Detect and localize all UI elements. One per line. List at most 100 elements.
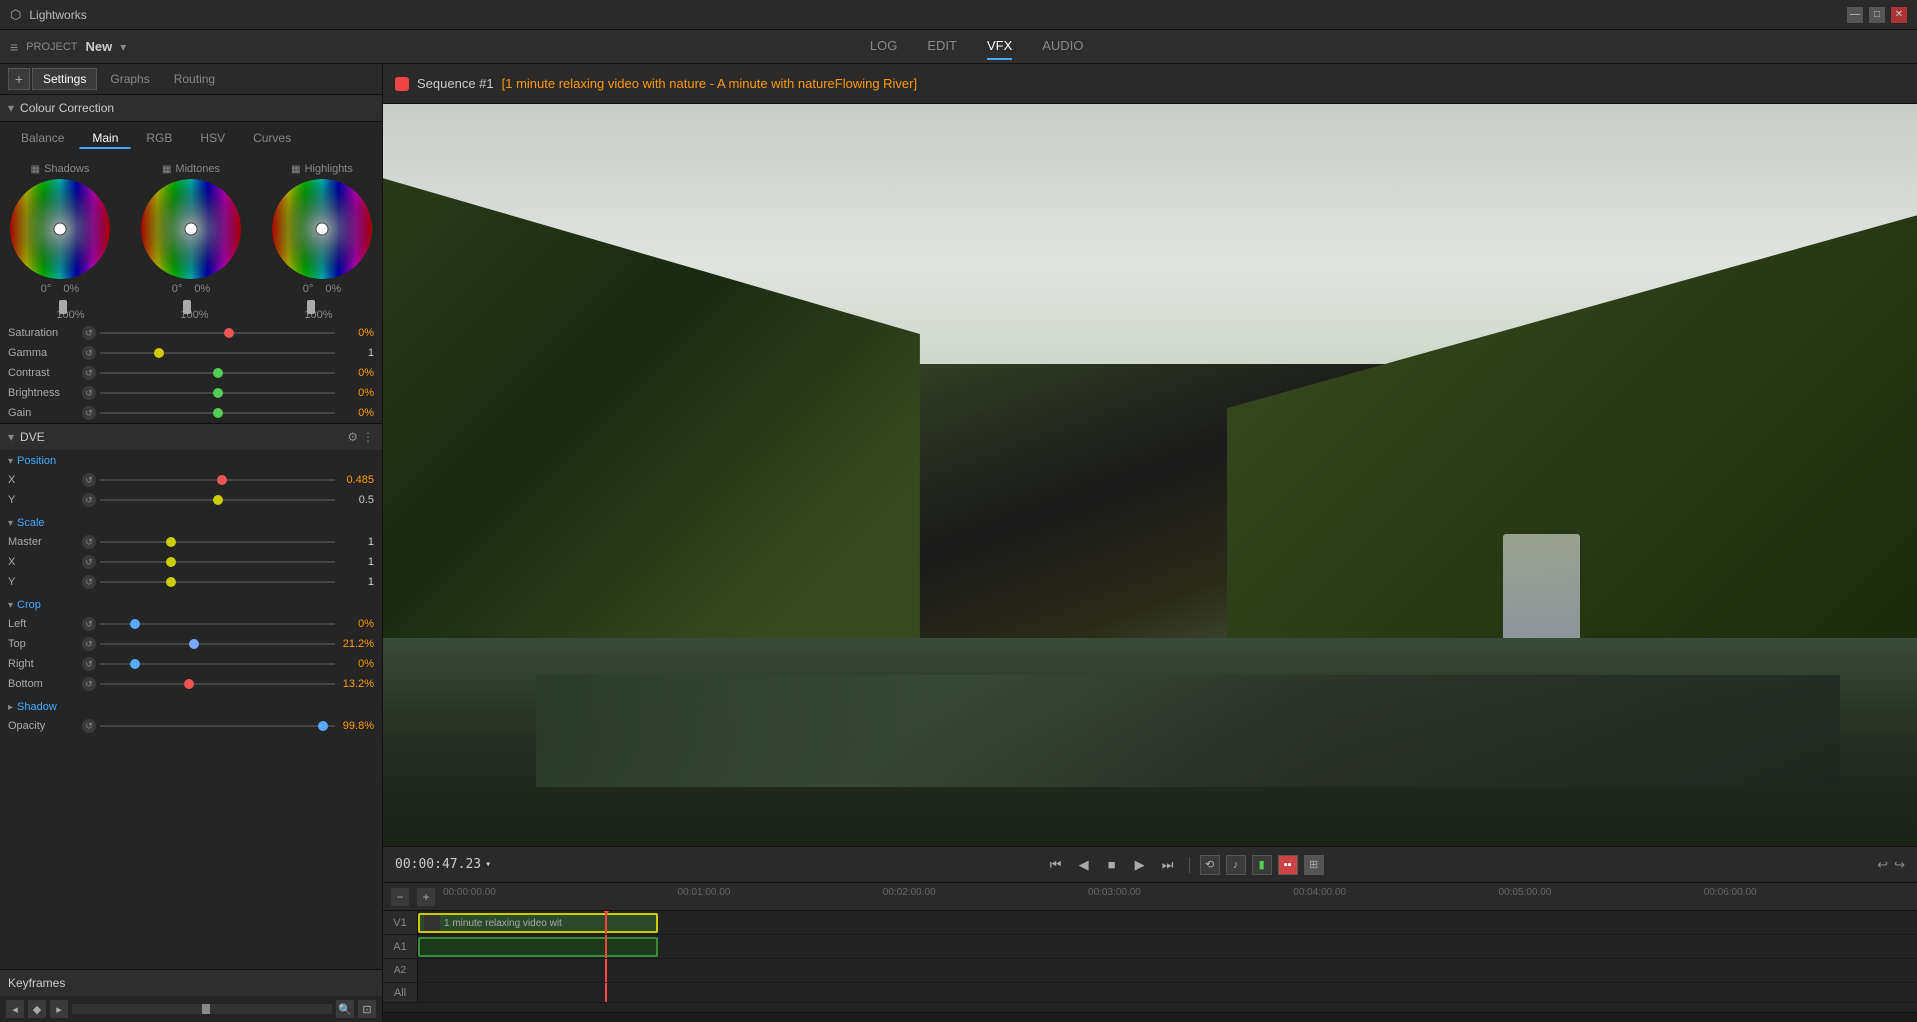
- highlights-wheel-svg[interactable]: [272, 179, 372, 279]
- colour-correction-header[interactable]: ▾ Colour Correction: [0, 95, 382, 122]
- position-y-slider[interactable]: [100, 499, 335, 501]
- position-x-reset-button[interactable]: ↺: [82, 473, 96, 487]
- go-to-start-button[interactable]: ⏮: [1045, 854, 1067, 876]
- scale-header[interactable]: ▾ Scale: [0, 514, 382, 532]
- multi-view-button[interactable]: ⊞: [1304, 855, 1324, 875]
- gain-row: Gain ↺ 0%: [0, 403, 382, 423]
- contrast-reset-button[interactable]: ↺: [82, 366, 96, 380]
- shadows-wheel-svg[interactable]: [10, 179, 110, 279]
- close-button[interactable]: ✕: [1891, 7, 1907, 23]
- track-all-content[interactable]: [418, 983, 1917, 1002]
- stop-button[interactable]: ■: [1101, 854, 1123, 876]
- tab-routing[interactable]: Routing: [163, 68, 226, 90]
- crop-top-reset-button[interactable]: ↺: [82, 637, 96, 651]
- add-panel-button[interactable]: +: [8, 68, 30, 90]
- dve-settings-icon[interactable]: ⚙: [347, 430, 358, 444]
- master-sliders-row: 100% 100% 100%: [0, 303, 382, 323]
- position-x-slider[interactable]: [100, 479, 335, 481]
- tab-log[interactable]: LOG: [870, 33, 897, 60]
- keyframe-next-button[interactable]: ▸: [50, 1000, 68, 1018]
- tab-main[interactable]: Main: [79, 128, 131, 149]
- arrow-right-icon[interactable]: ↪: [1894, 857, 1905, 873]
- shadow-opacity-slider[interactable]: [100, 725, 335, 727]
- playback-bar: 00:00:47.23 ▾ ⏮ ◀ ■ ▶ ⏭ ⟲ ♪ ▮ ▪▪ ⊞ ↩ ↪: [383, 846, 1917, 882]
- crop-subsection: ▾ Crop Left ↺ 0% Top ↺ 2: [0, 594, 382, 696]
- current-timecode: 00:00:47.23: [395, 857, 481, 872]
- hamburger-icon[interactable]: ≡: [10, 39, 18, 55]
- track-a1-content[interactable]: [418, 935, 1917, 958]
- arrow-left-icon[interactable]: ↩: [1877, 857, 1888, 873]
- project-name[interactable]: New: [86, 39, 113, 54]
- tab-rgb[interactable]: RGB: [133, 128, 185, 149]
- gain-slider[interactable]: [100, 412, 335, 414]
- crop-header[interactable]: ▾ Crop: [0, 596, 382, 614]
- audio-button[interactable]: ♪: [1226, 855, 1246, 875]
- scale-master-reset-button[interactable]: ↺: [82, 535, 96, 549]
- tab-edit[interactable]: EDIT: [927, 33, 957, 60]
- bottom-scroll[interactable]: [383, 1012, 1917, 1022]
- scale-master-slider[interactable]: [100, 541, 335, 543]
- tab-curves[interactable]: Curves: [240, 128, 304, 149]
- keyframe-add-button[interactable]: ◆: [28, 1000, 46, 1018]
- minimize-button[interactable]: —: [1847, 7, 1863, 23]
- midtones-wheel-svg[interactable]: [141, 179, 241, 279]
- keyframe-zoom-in-button[interactable]: 🔍: [336, 1000, 354, 1018]
- a1-clip[interactable]: [418, 937, 658, 957]
- tab-balance[interactable]: Balance: [8, 128, 77, 149]
- track-a2-content[interactable]: [418, 959, 1917, 982]
- contrast-slider[interactable]: [100, 372, 335, 374]
- gamma-slider[interactable]: [100, 352, 335, 354]
- tab-vfx[interactable]: VFX: [987, 33, 1012, 60]
- crop-bottom-slider[interactable]: [100, 683, 335, 685]
- scale-x-reset-button[interactable]: ↺: [82, 555, 96, 569]
- scale-x-slider[interactable]: [100, 561, 335, 563]
- crop-bottom-reset-button[interactable]: ↺: [82, 677, 96, 691]
- position-y-reset-button[interactable]: ↺: [82, 493, 96, 507]
- brightness-row: Brightness ↺ 0%: [0, 383, 382, 403]
- brightness-slider[interactable]: [100, 392, 335, 394]
- crop-left-reset-button[interactable]: ↺: [82, 617, 96, 631]
- gamma-reset-button[interactable]: ↺: [82, 346, 96, 360]
- v1-clip[interactable]: 1 minute relaxing video wit: [418, 913, 658, 933]
- scale-x-label: X: [8, 556, 78, 568]
- track-v1-content[interactable]: 1 minute relaxing video wit: [418, 911, 1917, 934]
- zoom-in-button[interactable]: +: [417, 888, 435, 906]
- scale-y-slider[interactable]: [100, 581, 335, 583]
- zoom-out-button[interactable]: −: [391, 888, 409, 906]
- tab-settings[interactable]: Settings: [32, 68, 97, 90]
- tab-audio[interactable]: AUDIO: [1042, 33, 1083, 60]
- play-button[interactable]: ▶: [1129, 854, 1151, 876]
- saturation-reset-button[interactable]: ↺: [82, 326, 96, 340]
- position-header[interactable]: ▾ Position: [0, 452, 382, 470]
- shadow-opacity-reset-button[interactable]: ↺: [82, 719, 96, 733]
- go-to-end-button[interactable]: ⏭: [1157, 854, 1179, 876]
- keyframes-timeline[interactable]: [72, 1004, 332, 1014]
- crop-right-reset-button[interactable]: ↺: [82, 657, 96, 671]
- keyframe-zoom-fit-button[interactable]: ⊡: [358, 1000, 376, 1018]
- brightness-reset-button[interactable]: ↺: [82, 386, 96, 400]
- project-dropdown-icon[interactable]: ▾: [120, 40, 126, 54]
- level-button[interactable]: ▮: [1252, 855, 1272, 875]
- track-a1: A1: [383, 935, 1917, 959]
- grid-view-button[interactable]: ▪▪: [1278, 855, 1298, 875]
- saturation-slider[interactable]: [100, 332, 335, 334]
- dve-more-icon[interactable]: ⋮: [362, 430, 374, 444]
- step-back-button[interactable]: ◀: [1073, 854, 1095, 876]
- tab-graphs[interactable]: Graphs: [99, 68, 160, 90]
- shadow-header[interactable]: ▸ Shadow: [0, 698, 382, 716]
- crop-left-slider[interactable]: [100, 623, 335, 625]
- scale-y-reset-button[interactable]: ↺: [82, 575, 96, 589]
- timeline-playhead[interactable]: [605, 911, 607, 934]
- dve-collapse-icon[interactable]: ▾: [8, 430, 14, 444]
- crop-right-slider[interactable]: [100, 663, 335, 665]
- highlights-wheel: ▦ Highlights: [272, 163, 372, 295]
- highlights-angle: 0°: [303, 283, 314, 295]
- maximize-button[interactable]: □: [1869, 7, 1885, 23]
- gain-reset-button[interactable]: ↺: [82, 406, 96, 420]
- timeline-ruler-container: 00:00:00.00 00:01:00.00 00:02:00.00 00:0…: [443, 887, 1909, 907]
- keyframe-prev-button[interactable]: ◂: [6, 1000, 24, 1018]
- tab-hsv[interactable]: HSV: [187, 128, 238, 149]
- crop-top-slider[interactable]: [100, 643, 335, 645]
- loop-button[interactable]: ⟲: [1200, 855, 1220, 875]
- timecode-dropdown-icon[interactable]: ▾: [485, 859, 491, 870]
